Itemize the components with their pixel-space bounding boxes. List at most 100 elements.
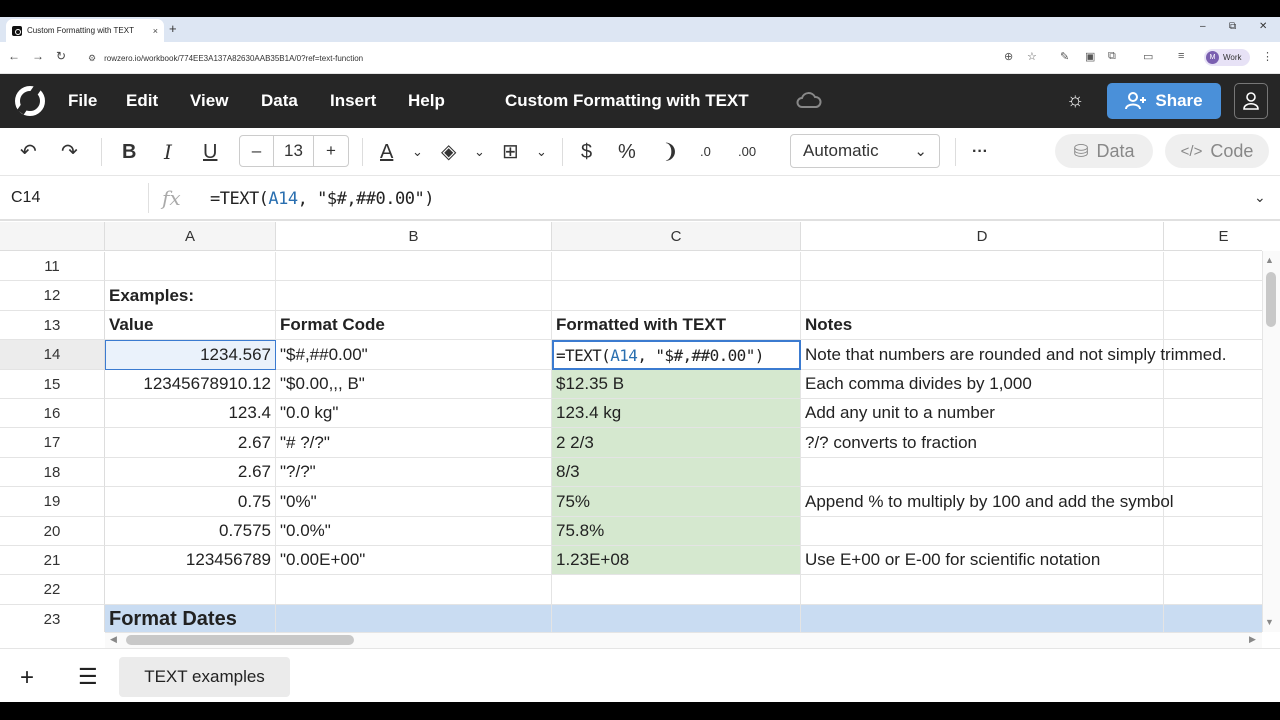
tab-close-icon[interactable]: × xyxy=(153,26,158,36)
undo-icon[interactable]: ↶ xyxy=(20,139,37,165)
cell-b20[interactable]: "0.0%" xyxy=(276,517,552,546)
add-sheet-button[interactable]: + xyxy=(20,664,34,692)
code-panel-button[interactable]: </> Code xyxy=(1165,134,1269,168)
comma-icon[interactable]: ❩ xyxy=(662,139,679,165)
cell-e17[interactable] xyxy=(1164,428,1262,458)
row-header-19[interactable]: 19 xyxy=(0,487,105,517)
formula-input[interactable]: =TEXT(A14, "$#,##0.00") xyxy=(210,189,434,209)
extensions-puzzle-icon[interactable]: ⧉ xyxy=(1108,50,1116,63)
cell-d22[interactable] xyxy=(801,575,1164,605)
font-size-stepper[interactable]: – 13 + xyxy=(239,135,349,167)
cell-b21[interactable]: "0.00E+00" xyxy=(276,546,552,575)
menu-view[interactable]: View xyxy=(190,91,228,111)
rowzero-logo-icon[interactable] xyxy=(15,86,45,116)
font-size-increase-button[interactable]: + xyxy=(314,136,348,166)
borders-chevron-down-icon[interactable]: ⌄ xyxy=(536,139,547,165)
cell-b14[interactable]: "$#,##0.00" xyxy=(276,340,552,370)
tab-search-icon[interactable]: ▭ xyxy=(1143,50,1153,63)
cell-a17[interactable]: 2.67 xyxy=(105,428,276,458)
cell-c22[interactable] xyxy=(552,575,801,605)
cell-c19[interactable]: 75% xyxy=(552,487,801,517)
cell-b13[interactable]: Format Code xyxy=(276,311,552,340)
underline-icon[interactable]: U xyxy=(203,139,217,165)
cell-c20[interactable]: 75.8% xyxy=(552,517,801,546)
account-button[interactable] xyxy=(1234,83,1268,119)
cell-d16[interactable]: Add any unit to a number xyxy=(801,399,1164,428)
media-control-icon[interactable]: ≡ xyxy=(1178,50,1184,62)
cell-b18[interactable]: "?/?" xyxy=(276,458,552,487)
cell-d17[interactable]: ?/? converts to fraction xyxy=(801,428,1164,458)
row-header-13[interactable]: 13 xyxy=(0,311,105,340)
cell-d21[interactable]: Use E+00 or E-00 for scientific notation xyxy=(801,546,1164,575)
browser-menu-icon[interactable]: ⋮ xyxy=(1262,50,1273,63)
window-restore-button[interactable]: ⧉ xyxy=(1229,21,1236,32)
row-header-23[interactable]: 23 xyxy=(0,605,105,632)
forward-arrow-icon[interactable]: → xyxy=(32,49,44,63)
cell-e14[interactable] xyxy=(1164,340,1262,370)
percent-icon[interactable]: % xyxy=(618,139,636,165)
text-color-chevron-down-icon[interactable]: ⌄ xyxy=(412,139,423,165)
back-arrow-icon[interactable]: ← xyxy=(8,49,20,63)
window-minimize-button[interactable]: – xyxy=(1200,21,1206,32)
menu-insert[interactable]: Insert xyxy=(330,91,376,111)
redo-icon[interactable]: ↷ xyxy=(61,139,78,165)
menu-data[interactable]: Data xyxy=(261,91,298,111)
scroll-down-arrow-icon[interactable]: ▼ xyxy=(1265,617,1274,627)
menu-file[interactable]: File xyxy=(68,91,97,111)
column-header-e[interactable]: E xyxy=(1164,222,1262,251)
cell-e18[interactable] xyxy=(1164,458,1262,487)
cell-a11[interactable] xyxy=(105,252,276,281)
row-header-16[interactable]: 16 xyxy=(0,399,105,428)
cell-e16[interactable] xyxy=(1164,399,1262,428)
cell-e11[interactable] xyxy=(1164,252,1262,281)
address-bar[interactable]: ⚙ rowzero.io/workbook/774EE3A137A82630AA… xyxy=(78,47,1048,69)
row-header-17[interactable]: 17 xyxy=(0,428,105,458)
cell-a23[interactable]: Format Dates xyxy=(105,605,276,632)
row-header-12[interactable]: 12 xyxy=(0,281,105,311)
currency-icon[interactable]: $ xyxy=(581,139,592,165)
cell-b16[interactable]: "0.0 kg" xyxy=(276,399,552,428)
cell-e20[interactable] xyxy=(1164,517,1262,546)
extension-badge-icon[interactable]: ▣ xyxy=(1085,50,1095,63)
cell-c23[interactable] xyxy=(552,605,801,632)
document-title[interactable]: Custom Formatting with TEXT xyxy=(505,91,749,111)
bold-icon[interactable]: B xyxy=(122,139,136,165)
column-header-c[interactable]: C xyxy=(552,222,801,251)
cell-a20[interactable]: 0.7575 xyxy=(105,517,276,546)
scroll-right-arrow-icon[interactable]: ▶ xyxy=(1249,634,1256,645)
cell-b22[interactable] xyxy=(276,575,552,605)
cell-e23[interactable] xyxy=(1164,605,1262,632)
cell-a13[interactable]: Value xyxy=(105,311,276,340)
cell-d12[interactable] xyxy=(801,281,1164,311)
decrease-decimal-icon[interactable]: .0 xyxy=(700,139,711,165)
row-header-11[interactable]: 11 xyxy=(0,252,105,281)
cell-d14[interactable]: Note that numbers are rounded and not si… xyxy=(801,340,1226,370)
number-format-select[interactable]: Automatic ⌄ xyxy=(790,134,940,168)
fill-color-chevron-down-icon[interactable]: ⌄ xyxy=(474,139,485,165)
sheet-list-menu-icon[interactable]: ☰ xyxy=(78,664,98,690)
cell-c12[interactable] xyxy=(552,281,801,311)
cell-b19[interactable]: "0%" xyxy=(276,487,552,517)
browser-tab[interactable]: Custom Formatting with TEXT × xyxy=(6,19,164,42)
cell-b23[interactable] xyxy=(276,605,552,632)
vertical-scroll-thumb[interactable] xyxy=(1266,272,1276,327)
cell-b17[interactable]: "# ?/?" xyxy=(276,428,552,458)
row-header-20[interactable]: 20 xyxy=(0,517,105,546)
spreadsheet-grid[interactable]: A B C D E 11 12 Examples: 13 Value Format Cod… xyxy=(0,222,1262,632)
cell-d23[interactable] xyxy=(801,605,1164,632)
column-header-d[interactable]: D xyxy=(801,222,1164,251)
row-header-21[interactable]: 21 xyxy=(0,546,105,575)
menu-edit[interactable]: Edit xyxy=(126,91,158,111)
scroll-up-arrow-icon[interactable]: ▲ xyxy=(1265,255,1274,265)
cell-a16[interactable]: 123.4 xyxy=(105,399,276,428)
column-header-b[interactable]: B xyxy=(276,222,552,251)
cell-a21[interactable]: 123456789 xyxy=(105,546,276,575)
cell-editor-c14[interactable]: =TEXT(A14, "$#,##0.00") xyxy=(552,340,801,370)
cell-a19[interactable]: 0.75 xyxy=(105,487,276,517)
borders-icon[interactable]: ⊞ xyxy=(502,139,519,165)
cell-d13[interactable]: Notes xyxy=(801,311,1164,340)
row-header-14[interactable]: 14 xyxy=(0,340,105,370)
share-button[interactable]: Share xyxy=(1107,83,1221,119)
window-close-button[interactable]: ✕ xyxy=(1259,21,1267,32)
cell-d15[interactable]: Each comma divides by 1,000 xyxy=(801,370,1164,399)
